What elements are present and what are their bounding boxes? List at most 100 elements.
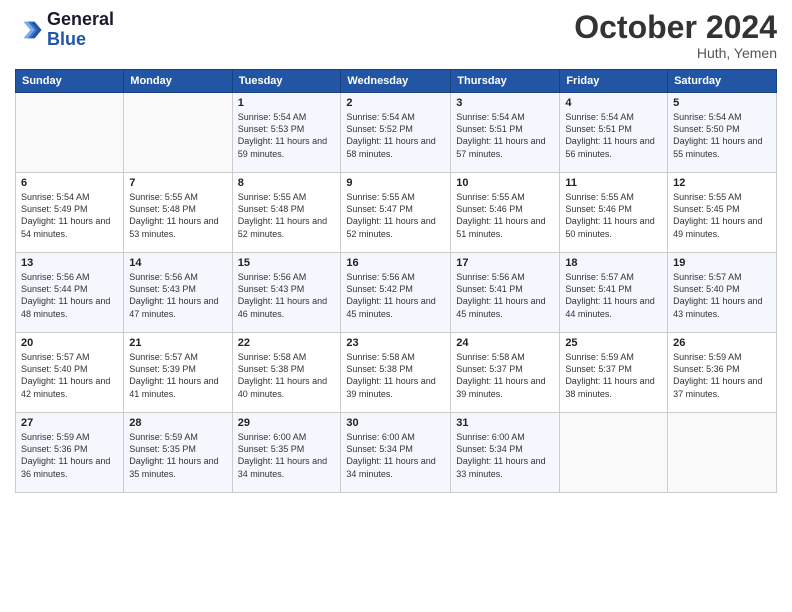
month-title: October 2024	[574, 10, 777, 45]
day-info: Sunrise: 6:00 AM Sunset: 5:34 PM Dayligh…	[456, 431, 554, 480]
day-number: 3	[456, 97, 554, 109]
day-number: 4	[565, 97, 662, 109]
day-info: Sunrise: 5:56 AM Sunset: 5:44 PM Dayligh…	[21, 271, 118, 320]
calendar-week-row-4: 27 Sunrise: 5:59 AM Sunset: 5:36 PM Dayli…	[16, 413, 777, 493]
day-number: 15	[238, 257, 336, 269]
day-info: Sunrise: 5:56 AM Sunset: 5:43 PM Dayligh…	[238, 271, 336, 320]
day-number: 26	[673, 337, 771, 349]
day-number: 7	[129, 177, 226, 189]
calendar-cell: 10Sunrise: 5:55 AM Sunset: 5:46 PM Dayli…	[451, 173, 560, 253]
col-tuesday: Tuesday	[232, 70, 341, 93]
col-monday: Monday	[124, 70, 232, 93]
day-info: Sunrise: 6:00 AM Sunset: 5:34 PM Dayligh…	[346, 431, 445, 480]
calendar-week-row-2: 13 Sunrise: 5:56 AM Sunset: 5:44 PM Dayli…	[16, 253, 777, 333]
calendar-cell: 18 Sunrise: 5:57 AM Sunset: 5:41 PM Dayli…	[560, 253, 668, 333]
day-number: 23	[346, 337, 445, 349]
calendar-cell: 22Sunrise: 5:58 AM Sunset: 5:38 PM Dayli…	[232, 333, 341, 413]
day-info: Sunrise: 5:54 AM Sunset: 5:51 PM Dayligh…	[456, 111, 554, 160]
calendar-week-row-0: 1 Sunrise: 5:54 AM Sunset: 5:53 PM Daylig…	[16, 93, 777, 173]
day-number: 16	[346, 257, 445, 269]
day-info: Sunrise: 5:54 AM Sunset: 5:53 PM Dayligh…	[238, 111, 336, 160]
day-number: 1	[238, 97, 336, 109]
day-info: Sunrise: 5:54 AM Sunset: 5:51 PM Dayligh…	[565, 111, 662, 160]
day-number: 14	[129, 257, 226, 269]
calendar-cell: 3 Sunrise: 5:54 AM Sunset: 5:51 PM Daylig…	[451, 93, 560, 173]
calendar-cell: 16 Sunrise: 5:56 AM Sunset: 5:42 PM Dayli…	[341, 253, 451, 333]
col-sunday: Sunday	[16, 70, 124, 93]
calendar-header-row: Sunday Monday Tuesday Wednesday Thursday…	[16, 70, 777, 93]
col-saturday: Saturday	[668, 70, 777, 93]
calendar-week-row-3: 20Sunrise: 5:57 AM Sunset: 5:40 PM Dayli…	[16, 333, 777, 413]
calendar-cell: 24Sunrise: 5:58 AM Sunset: 5:37 PM Dayli…	[451, 333, 560, 413]
calendar-week-row-1: 6Sunrise: 5:54 AM Sunset: 5:49 PM Daylig…	[16, 173, 777, 253]
col-thursday: Thursday	[451, 70, 560, 93]
day-info: Sunrise: 5:55 AM Sunset: 5:48 PM Dayligh…	[129, 191, 226, 240]
day-info: Sunrise: 5:59 AM Sunset: 5:35 PM Dayligh…	[129, 431, 226, 480]
col-friday: Friday	[560, 70, 668, 93]
calendar-cell: 26 Sunrise: 5:59 AM Sunset: 5:36 PM Dayli…	[668, 333, 777, 413]
day-number: 24	[456, 337, 554, 349]
day-number: 12	[673, 177, 771, 189]
day-number: 13	[21, 257, 118, 269]
day-number: 11	[565, 177, 662, 189]
calendar-cell: 25Sunrise: 5:59 AM Sunset: 5:37 PM Dayli…	[560, 333, 668, 413]
day-number: 31	[456, 417, 554, 429]
logo-icon	[15, 16, 43, 44]
day-number: 8	[238, 177, 336, 189]
calendar-cell: 13 Sunrise: 5:56 AM Sunset: 5:44 PM Dayli…	[16, 253, 124, 333]
day-number: 18	[565, 257, 662, 269]
day-info: Sunrise: 5:55 AM Sunset: 5:45 PM Dayligh…	[673, 191, 771, 240]
day-info: Sunrise: 5:58 AM Sunset: 5:38 PM Dayligh…	[346, 351, 445, 400]
day-info: Sunrise: 5:55 AM Sunset: 5:46 PM Dayligh…	[456, 191, 554, 240]
day-info: Sunrise: 5:56 AM Sunset: 5:43 PM Dayligh…	[129, 271, 226, 320]
calendar-cell: 17 Sunrise: 5:56 AM Sunset: 5:41 PM Dayli…	[451, 253, 560, 333]
day-info: Sunrise: 5:55 AM Sunset: 5:46 PM Dayligh…	[565, 191, 662, 240]
calendar-cell: 14 Sunrise: 5:56 AM Sunset: 5:43 PM Dayli…	[124, 253, 232, 333]
day-info: Sunrise: 5:56 AM Sunset: 5:42 PM Dayligh…	[346, 271, 445, 320]
calendar-cell: 28Sunrise: 5:59 AM Sunset: 5:35 PM Dayli…	[124, 413, 232, 493]
calendar-cell: 12 Sunrise: 5:55 AM Sunset: 5:45 PM Dayli…	[668, 173, 777, 253]
day-info: Sunrise: 5:54 AM Sunset: 5:50 PM Dayligh…	[673, 111, 771, 160]
calendar-cell: 11 Sunrise: 5:55 AM Sunset: 5:46 PM Dayli…	[560, 173, 668, 253]
title-block: October 2024 Huth, Yemen	[574, 10, 777, 61]
calendar-cell: 7 Sunrise: 5:55 AM Sunset: 5:48 PM Daylig…	[124, 173, 232, 253]
day-number: 29	[238, 417, 336, 429]
day-info: Sunrise: 5:59 AM Sunset: 5:37 PM Dayligh…	[565, 351, 662, 400]
day-number: 19	[673, 257, 771, 269]
calendar-table: Sunday Monday Tuesday Wednesday Thursday…	[15, 69, 777, 493]
day-number: 30	[346, 417, 445, 429]
logo-text-blue: Blue	[47, 30, 114, 50]
day-number: 27	[21, 417, 118, 429]
calendar-cell: 8Sunrise: 5:55 AM Sunset: 5:48 PM Daylig…	[232, 173, 341, 253]
calendar-cell: 9Sunrise: 5:55 AM Sunset: 5:47 PM Daylig…	[341, 173, 451, 253]
day-info: Sunrise: 5:59 AM Sunset: 5:36 PM Dayligh…	[21, 431, 118, 480]
calendar-cell	[16, 93, 124, 173]
page: General Blue October 2024 Huth, Yemen Su…	[0, 0, 792, 503]
day-number: 17	[456, 257, 554, 269]
calendar-cell: 1 Sunrise: 5:54 AM Sunset: 5:53 PM Daylig…	[232, 93, 341, 173]
day-info: Sunrise: 5:57 AM Sunset: 5:40 PM Dayligh…	[673, 271, 771, 320]
day-number: 2	[346, 97, 445, 109]
header: General Blue October 2024 Huth, Yemen	[15, 10, 777, 61]
day-info: Sunrise: 5:56 AM Sunset: 5:41 PM Dayligh…	[456, 271, 554, 320]
calendar-cell	[560, 413, 668, 493]
calendar-cell: 4 Sunrise: 5:54 AM Sunset: 5:51 PM Daylig…	[560, 93, 668, 173]
calendar-cell: 5Sunrise: 5:54 AM Sunset: 5:50 PM Daylig…	[668, 93, 777, 173]
day-info: Sunrise: 5:57 AM Sunset: 5:39 PM Dayligh…	[129, 351, 226, 400]
calendar-cell: 30 Sunrise: 6:00 AM Sunset: 5:34 PM Dayli…	[341, 413, 451, 493]
calendar-cell: 29 Sunrise: 6:00 AM Sunset: 5:35 PM Dayli…	[232, 413, 341, 493]
day-info: Sunrise: 5:59 AM Sunset: 5:36 PM Dayligh…	[673, 351, 771, 400]
calendar-cell: 20Sunrise: 5:57 AM Sunset: 5:40 PM Dayli…	[16, 333, 124, 413]
calendar-cell: 27 Sunrise: 5:59 AM Sunset: 5:36 PM Dayli…	[16, 413, 124, 493]
day-info: Sunrise: 5:54 AM Sunset: 5:52 PM Dayligh…	[346, 111, 445, 160]
day-info: Sunrise: 5:54 AM Sunset: 5:49 PM Dayligh…	[21, 191, 118, 240]
calendar-cell: 6Sunrise: 5:54 AM Sunset: 5:49 PM Daylig…	[16, 173, 124, 253]
location-subtitle: Huth, Yemen	[574, 45, 777, 61]
day-number: 9	[346, 177, 445, 189]
day-info: Sunrise: 5:58 AM Sunset: 5:38 PM Dayligh…	[238, 351, 336, 400]
day-info: Sunrise: 5:57 AM Sunset: 5:41 PM Dayligh…	[565, 271, 662, 320]
logo-blue-text: Blue	[47, 29, 86, 49]
day-info: Sunrise: 6:00 AM Sunset: 5:35 PM Dayligh…	[238, 431, 336, 480]
logo: General Blue	[15, 10, 114, 50]
day-number: 20	[21, 337, 118, 349]
